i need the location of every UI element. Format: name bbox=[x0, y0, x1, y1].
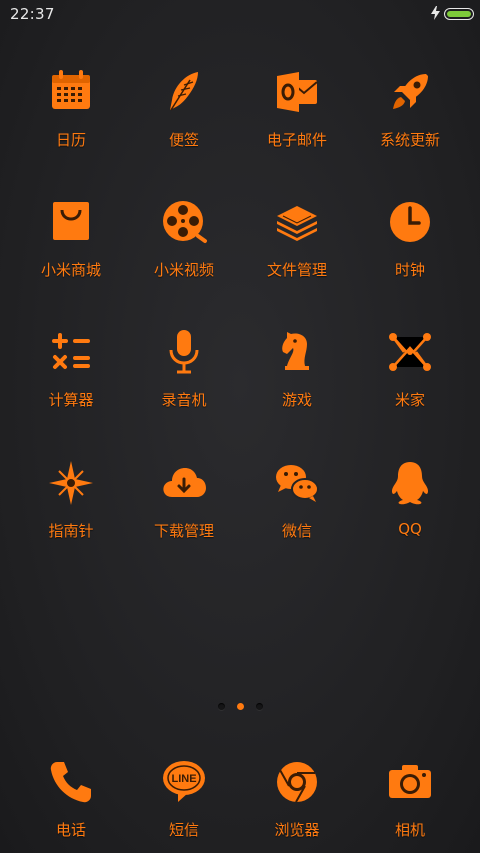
app-wechat[interactable]: 微信 bbox=[237, 455, 357, 555]
film-reel-icon bbox=[156, 194, 212, 250]
app-label: 日历 bbox=[55, 131, 86, 149]
chess-knight-icon bbox=[269, 324, 325, 380]
app-mi-store[interactable]: 小米商城 bbox=[11, 194, 131, 294]
qq-penguin-icon bbox=[382, 455, 438, 511]
outlook-mail-icon bbox=[269, 64, 325, 120]
home-screen: 日历 便签 电子邮件 系统更新 小米商城 小米视频 文件管理 时钟 计算器 录音… bbox=[0, 0, 480, 853]
camera-icon bbox=[382, 754, 438, 810]
shopping-bag-icon bbox=[43, 194, 99, 250]
app-calculator[interactable]: 计算器 bbox=[11, 324, 131, 424]
app-qq[interactable]: QQ bbox=[350, 455, 470, 555]
app-clock[interactable]: 时钟 bbox=[350, 194, 470, 294]
clock-icon bbox=[382, 194, 438, 250]
app-label: 微信 bbox=[281, 522, 312, 540]
app-games[interactable]: 游戏 bbox=[237, 324, 357, 424]
app-calendar[interactable]: 日历 bbox=[11, 64, 131, 164]
layers-icon bbox=[269, 194, 325, 250]
page-dot[interactable] bbox=[217, 702, 225, 710]
app-label: 小米视频 bbox=[153, 261, 214, 279]
app-email[interactable]: 电子邮件 bbox=[237, 64, 357, 164]
app-label: 文件管理 bbox=[266, 261, 327, 279]
dock-camera[interactable]: 相机 bbox=[350, 754, 470, 853]
app-label: 小米商城 bbox=[40, 261, 101, 279]
page-dot-active[interactable] bbox=[236, 702, 244, 710]
app-label: 计算器 bbox=[48, 391, 94, 409]
chrome-icon bbox=[269, 754, 325, 810]
app-download-manager[interactable]: 下载管理 bbox=[124, 455, 244, 555]
app-mijia[interactable]: 米家 bbox=[350, 324, 470, 424]
app-label: 录音机 bbox=[161, 391, 207, 409]
app-label: 系统更新 bbox=[379, 131, 440, 149]
network-nodes-icon bbox=[382, 324, 438, 380]
app-label: QQ bbox=[398, 520, 422, 538]
app-label: 浏览器 bbox=[274, 821, 320, 839]
calculator-icon bbox=[43, 324, 99, 380]
app-label: 游戏 bbox=[281, 391, 312, 409]
feather-icon bbox=[156, 64, 212, 120]
wechat-icon bbox=[269, 455, 325, 511]
app-label: 米家 bbox=[394, 391, 425, 409]
app-label: 短信 bbox=[168, 821, 199, 839]
app-file-manager[interactable]: 文件管理 bbox=[237, 194, 357, 294]
phone-icon bbox=[43, 754, 99, 810]
app-label: 电话 bbox=[55, 821, 86, 839]
dock-phone[interactable]: 电话 bbox=[11, 754, 131, 853]
dock-browser[interactable]: 浏览器 bbox=[237, 754, 357, 853]
app-recorder[interactable]: 录音机 bbox=[124, 324, 244, 424]
app-label: 便签 bbox=[168, 131, 199, 149]
app-compass[interactable]: 指南针 bbox=[11, 455, 131, 555]
dock-messages[interactable]: LINE 短信 bbox=[124, 754, 244, 853]
svg-text:LINE: LINE bbox=[171, 773, 196, 785]
rocket-icon bbox=[382, 64, 438, 120]
app-label: 下载管理 bbox=[153, 522, 214, 540]
app-mi-video[interactable]: 小米视频 bbox=[124, 194, 244, 294]
page-indicator[interactable] bbox=[0, 700, 480, 712]
compass-star-icon bbox=[43, 455, 99, 511]
app-label: 时钟 bbox=[394, 261, 425, 279]
app-system-update[interactable]: 系统更新 bbox=[350, 64, 470, 164]
app-label: 相机 bbox=[394, 821, 425, 839]
microphone-icon bbox=[156, 324, 212, 380]
app-label: 指南针 bbox=[48, 522, 94, 540]
app-label: 电子邮件 bbox=[266, 131, 327, 149]
cloud-download-icon bbox=[156, 455, 212, 511]
calendar-icon bbox=[43, 64, 99, 120]
page-dot[interactable] bbox=[255, 702, 263, 710]
line-chat-icon: LINE bbox=[156, 754, 212, 810]
app-notes[interactable]: 便签 bbox=[124, 64, 244, 164]
